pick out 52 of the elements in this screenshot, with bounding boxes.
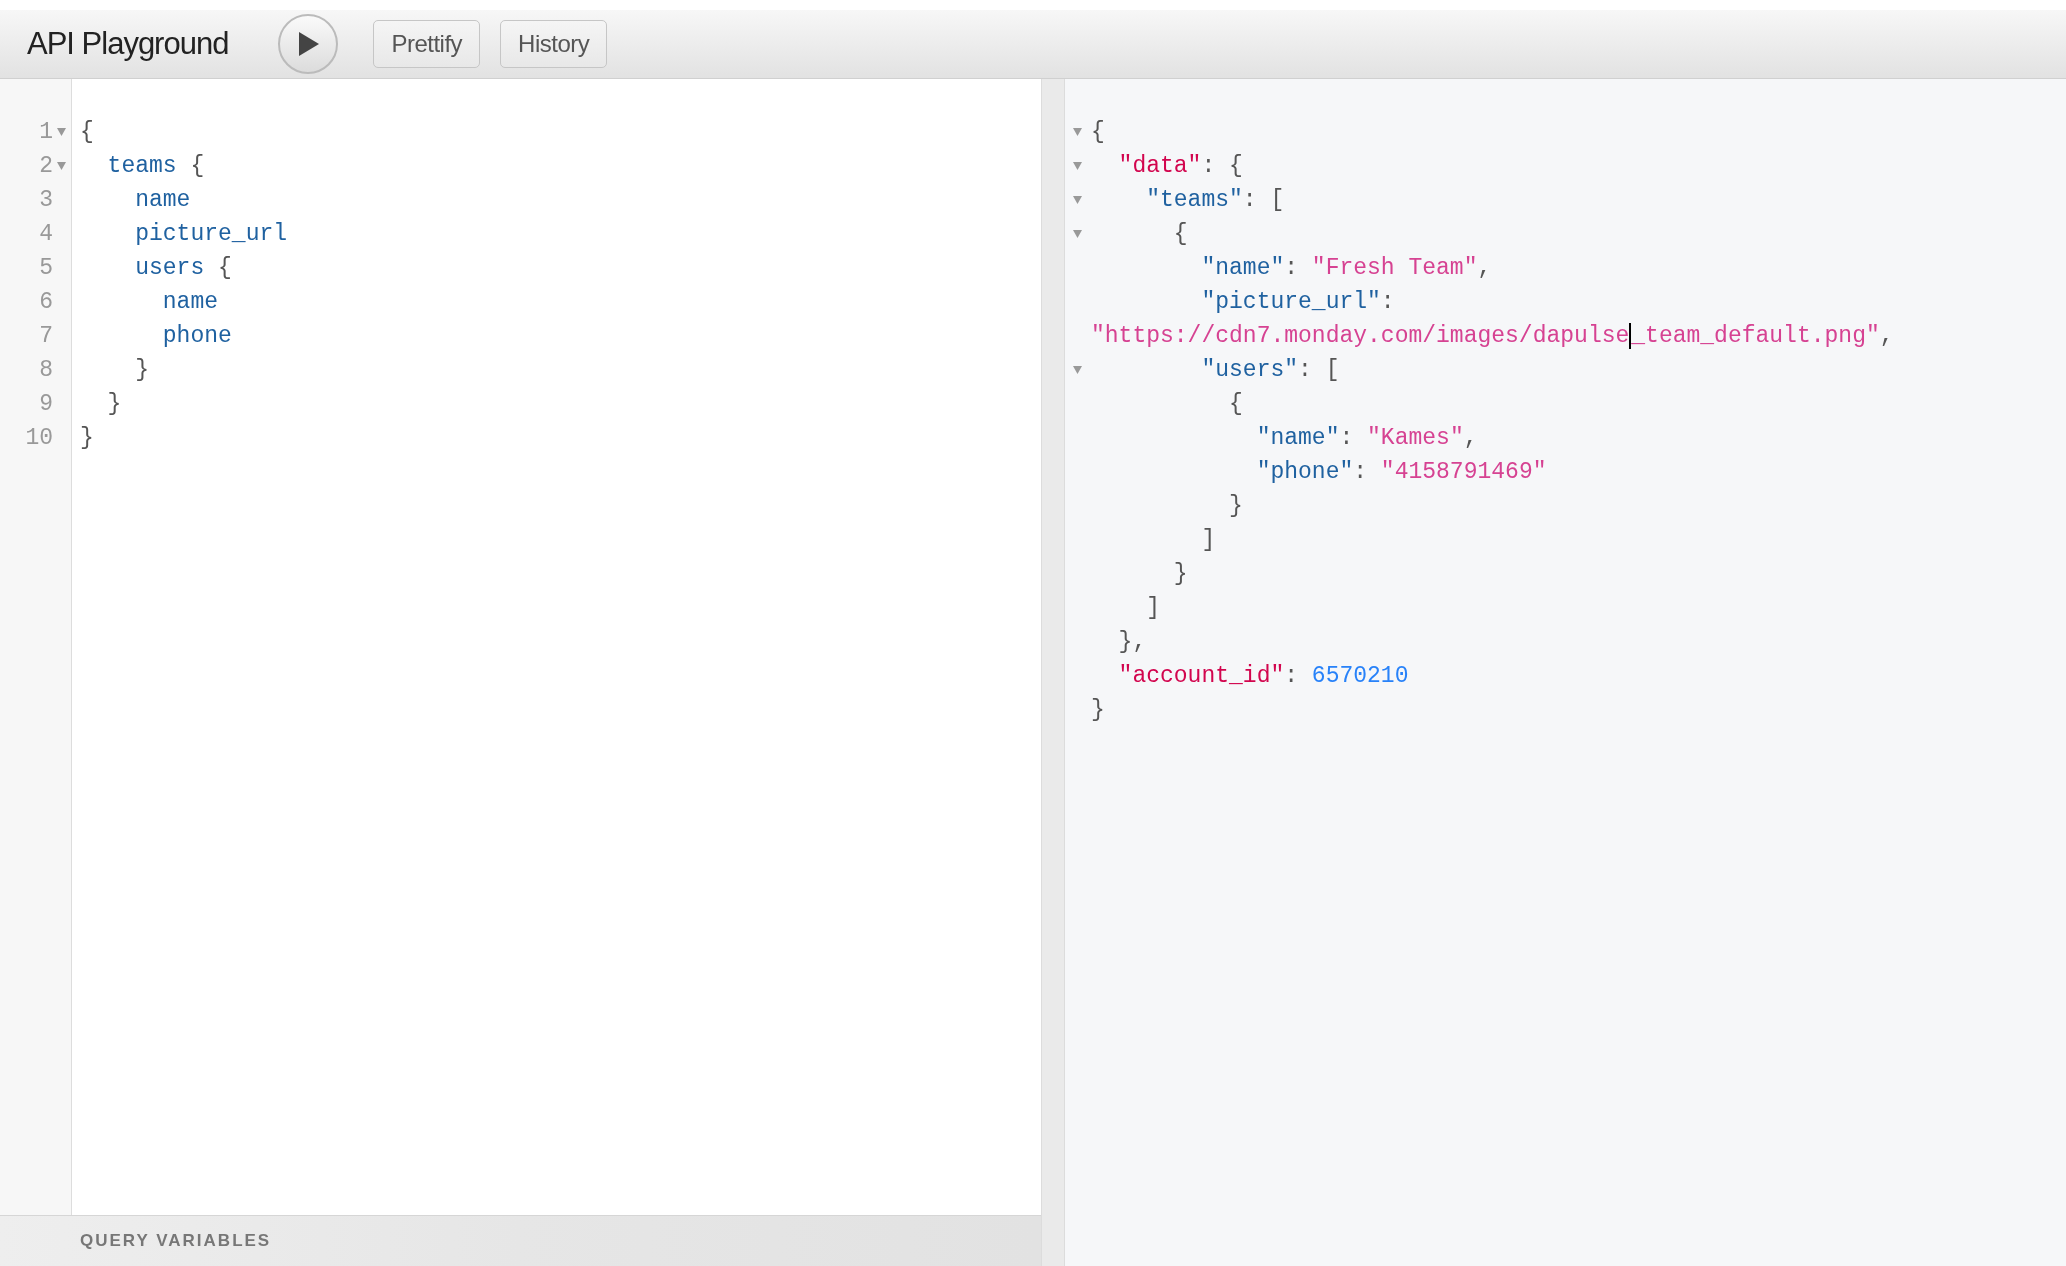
query-variables-bar[interactable]: QUERY VARIABLES bbox=[0, 1215, 1041, 1266]
line-number: 8 bbox=[39, 355, 53, 385]
fold-arrow-icon[interactable] bbox=[1072, 366, 1082, 374]
line-number: 4 bbox=[39, 219, 53, 249]
code-line: teams { bbox=[106, 152, 206, 181]
line-number: 5 bbox=[39, 253, 53, 283]
code-line: name bbox=[161, 288, 220, 317]
play-icon bbox=[297, 32, 320, 56]
code-line: ] bbox=[1145, 594, 1161, 623]
fold-arrow-icon[interactable] bbox=[1072, 162, 1082, 170]
line-number: 7 bbox=[39, 321, 53, 351]
line-number: 6 bbox=[39, 287, 53, 317]
line-number: 10 bbox=[25, 423, 53, 453]
code-line: "account_id": 6570210 bbox=[1117, 662, 1410, 691]
code-line: picture_url bbox=[134, 220, 289, 249]
fold-arrow-icon[interactable] bbox=[1072, 128, 1082, 136]
code-line: "data": { bbox=[1117, 152, 1244, 181]
code-line: phone bbox=[161, 322, 233, 351]
code-line: "picture_url": bbox=[1200, 288, 1396, 317]
line-number: 1 bbox=[39, 117, 53, 147]
line-number: 3 bbox=[39, 185, 53, 215]
toolbar-button[interactable]: Prettify bbox=[373, 20, 481, 68]
code-line: }, bbox=[1117, 628, 1148, 657]
code-line: "https://cdn7.monday.com/images/dapulse_team_default.png", bbox=[1091, 321, 1894, 351]
fold-arrow-icon[interactable] bbox=[1072, 196, 1082, 204]
code-line: { bbox=[1172, 220, 1189, 249]
code-line: { bbox=[1091, 118, 1106, 147]
code-line: } bbox=[1228, 492, 1244, 521]
query-variables-label: QUERY VARIABLES bbox=[80, 1230, 272, 1253]
code-line: ] bbox=[1200, 526, 1217, 555]
code-line: } bbox=[1172, 560, 1189, 589]
line-number: 2 bbox=[39, 151, 53, 181]
code-line: "name": "Fresh Team", bbox=[1200, 254, 1493, 283]
line-number: 9 bbox=[39, 389, 53, 419]
fold-arrow-icon[interactable] bbox=[1072, 230, 1082, 238]
code-line: } bbox=[80, 424, 95, 453]
code-line: { bbox=[80, 118, 95, 147]
code-line: "teams": [ bbox=[1145, 186, 1286, 215]
code-line: users { bbox=[134, 254, 233, 283]
code-line: { bbox=[1228, 390, 1244, 419]
query-editor[interactable]: { teams { name picture_url users { name phone } } } bbox=[72, 79, 1041, 1215]
fold-arrow-icon[interactable] bbox=[57, 162, 66, 170]
app-title: API Playground bbox=[27, 24, 229, 63]
code-line: } bbox=[106, 390, 123, 419]
code-line: } bbox=[1091, 696, 1106, 725]
fold-arrow-icon[interactable] bbox=[57, 128, 66, 136]
code-line: name bbox=[134, 186, 192, 215]
code-line: } bbox=[134, 356, 150, 385]
code-line: "phone": "4158791469" bbox=[1255, 458, 1548, 487]
code-line: "name": "Kames", bbox=[1255, 424, 1479, 453]
toolbar-button[interactable]: History bbox=[500, 20, 608, 68]
code-line: "users": [ bbox=[1200, 356, 1341, 385]
